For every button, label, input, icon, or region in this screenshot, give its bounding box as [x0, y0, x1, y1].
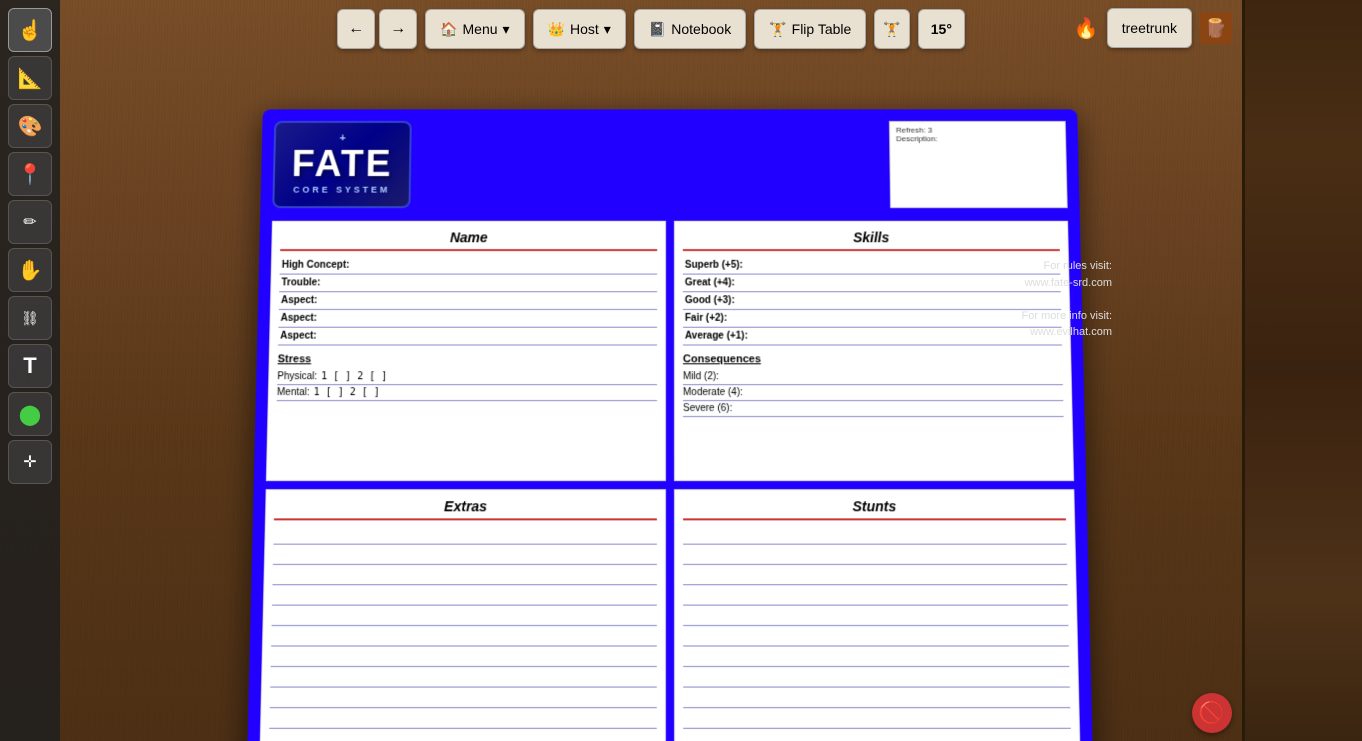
sheet-panels: Name High Concept: Trouble: Aspect: Aspe… — [259, 221, 1080, 741]
draw-tool-button[interactable]: ✏ — [8, 200, 52, 244]
reference-box: Refresh: 3 Description: — [889, 121, 1068, 208]
ruler-tool-button[interactable]: 📐 — [8, 56, 52, 100]
flame-icon: 🔥 — [1074, 16, 1099, 41]
rules-line4: www.evilhat.com — [1022, 324, 1112, 341]
stunts-panel: Stunts — [674, 489, 1081, 741]
host-icon: 👑 — [548, 21, 565, 38]
physical-label: Physical: — [277, 371, 317, 382]
mild-label: Mild (2): — [683, 371, 719, 382]
aspect2-field[interactable]: Aspect: — [278, 310, 657, 328]
average-label: Average (+1): — [685, 331, 784, 342]
user-name-button[interactable]: treetrunk — [1107, 8, 1192, 48]
text-tool-button[interactable]: T — [8, 344, 52, 388]
reference-description: Description: — [896, 134, 1059, 143]
skills-panel-title: Skills — [683, 230, 1060, 251]
aspect3-label: Aspect: — [280, 331, 365, 342]
notebook-label: Notebook — [671, 21, 731, 37]
pin-tool-button[interactable]: 📍 — [8, 152, 52, 196]
great-field[interactable]: Great (+4): — [683, 275, 1061, 293]
avatar: 🪵 — [1200, 12, 1232, 44]
extras-lines[interactable] — [268, 526, 657, 741]
rules-line1: For rules visit: — [1022, 258, 1112, 275]
superb-field[interactable]: Superb (+5): — [683, 257, 1061, 275]
wrestler-icon: 🏋 — [883, 21, 900, 38]
physical-boxes: 1 [ ] 2 [ ] — [321, 371, 387, 382]
game-area: + FATE CORE SYSTEM Refresh: 3 Descriptio… — [60, 58, 1242, 741]
flip-table-icon: 🏋 — [769, 21, 786, 38]
menu-label: Menu — [463, 21, 498, 37]
good-field[interactable]: Good (+3): — [683, 292, 1061, 310]
rules-text: For rules visit: www.fate-srd.com For mo… — [1022, 258, 1112, 341]
good-label: Good (+3): — [685, 295, 784, 306]
trouble-label: Trouble: — [281, 278, 365, 289]
physical-stress-row[interactable]: Physical: 1 [ ] 2 [ ] — [277, 369, 657, 385]
fate-subtitle: CORE SYSTEM — [275, 185, 409, 195]
link-tool-button[interactable]: ⛓ — [8, 296, 52, 340]
mild-consequence-row[interactable]: Mild (2): — [683, 369, 1063, 385]
reference-refresh: Refresh: 3 — [896, 126, 1059, 135]
paint-tool-button[interactable]: 🎨 — [8, 104, 52, 148]
fate-title: FATE — [275, 146, 410, 183]
aspect2-label: Aspect: — [280, 313, 365, 324]
nav-forward-button[interactable]: → — [379, 9, 417, 49]
angle-button[interactable]: 15° — [918, 9, 965, 49]
mental-boxes: 1 [ ] 2 [ ] — [314, 387, 380, 398]
stress-section: Stress Physical: 1 [ ] 2 [ ] Mental: 1 [… — [277, 353, 657, 401]
username-label: treetrunk — [1122, 20, 1177, 36]
average-field[interactable]: Average (+1): — [683, 328, 1062, 346]
fair-field[interactable]: Fair (+2): — [683, 310, 1062, 328]
token-tool-button[interactable]: ⬤ — [8, 392, 52, 436]
toolbar: ← → 🏠 Menu ▾ 👑 Host ▾ 📓 Notebook 🏋 Flip … — [60, 0, 1242, 58]
fate-logo: + FATE CORE SYSTEM — [272, 121, 412, 208]
mental-label: Mental: — [277, 387, 310, 398]
mental-stress-row[interactable]: Mental: 1 [ ] 2 [ ] — [277, 385, 657, 401]
aspect1-label: Aspect: — [281, 295, 366, 306]
fate-character-sheet: + FATE CORE SYSTEM Refresh: 3 Descriptio… — [247, 109, 1093, 741]
aspect1-field[interactable]: Aspect: — [279, 292, 657, 310]
host-button[interactable]: 👑 Host ▾ — [533, 9, 626, 49]
stress-title: Stress — [278, 353, 658, 365]
severe-consequence-row[interactable]: Severe (6): — [683, 401, 1064, 417]
severe-label: Severe (6): — [683, 403, 732, 414]
notebook-button[interactable]: 📓 Notebook — [634, 9, 746, 49]
menu-button[interactable]: 🏠 Menu ▾ — [425, 9, 525, 49]
rules-line3: For more info visit: — [1022, 308, 1112, 325]
rules-line2: www.fate-srd.com — [1022, 275, 1112, 292]
fate-plus-symbol: + — [339, 133, 346, 145]
menu-chevron-icon: ▾ — [503, 21, 510, 38]
notebook-icon: 📓 — [649, 21, 666, 38]
no-entry-badge[interactable]: 🚫 — [1192, 693, 1232, 733]
name-panel-title: Name — [280, 230, 657, 251]
host-chevron-icon: ▾ — [604, 21, 611, 38]
flip-table-label: Flip Table — [792, 21, 852, 37]
moderate-label: Moderate (4): — [683, 387, 743, 398]
skills-panel: Skills Superb (+5): Great (+4): Good (+3… — [674, 221, 1074, 481]
wood-panel-right — [1242, 0, 1362, 741]
hand-tool-button[interactable]: ✋ — [8, 248, 52, 292]
extras-panel-title: Extras — [274, 498, 657, 520]
stunts-lines[interactable] — [683, 526, 1072, 741]
fair-label: Fair (+2): — [685, 313, 784, 324]
host-label: Host — [570, 21, 599, 37]
name-panel: Name High Concept: Trouble: Aspect: Aspe… — [266, 221, 666, 481]
axis-tool-button[interactable]: ✛ — [8, 440, 52, 484]
high-concept-label: High Concept: — [282, 260, 366, 271]
wrestler-button[interactable]: 🏋 — [874, 9, 909, 49]
superb-label: Superb (+5): — [685, 260, 784, 271]
nav-back-button[interactable]: ← — [337, 9, 375, 49]
aspect3-field[interactable]: Aspect: — [278, 328, 657, 346]
trouble-field[interactable]: Trouble: — [279, 275, 657, 293]
flip-table-button[interactable]: 🏋 Flip Table — [754, 9, 866, 49]
stunts-panel-title: Stunts — [683, 498, 1066, 520]
cursor-tool-button[interactable]: ☝ — [8, 8, 52, 52]
moderate-consequence-row[interactable]: Moderate (4): — [683, 385, 1063, 401]
sidebar: ☝ 📐 🎨 📍 ✏ ✋ ⛓ T ⬤ ✛ — [0, 0, 60, 741]
high-concept-field[interactable]: High Concept: — [280, 257, 658, 275]
user-area: 🔥 treetrunk 🪵 — [1074, 8, 1232, 48]
great-label: Great (+4): — [685, 278, 784, 289]
extras-panel: Extras — [259, 489, 666, 741]
menu-icon: 🏠 — [440, 21, 457, 38]
consequences-title: Consequences — [683, 353, 1063, 365]
